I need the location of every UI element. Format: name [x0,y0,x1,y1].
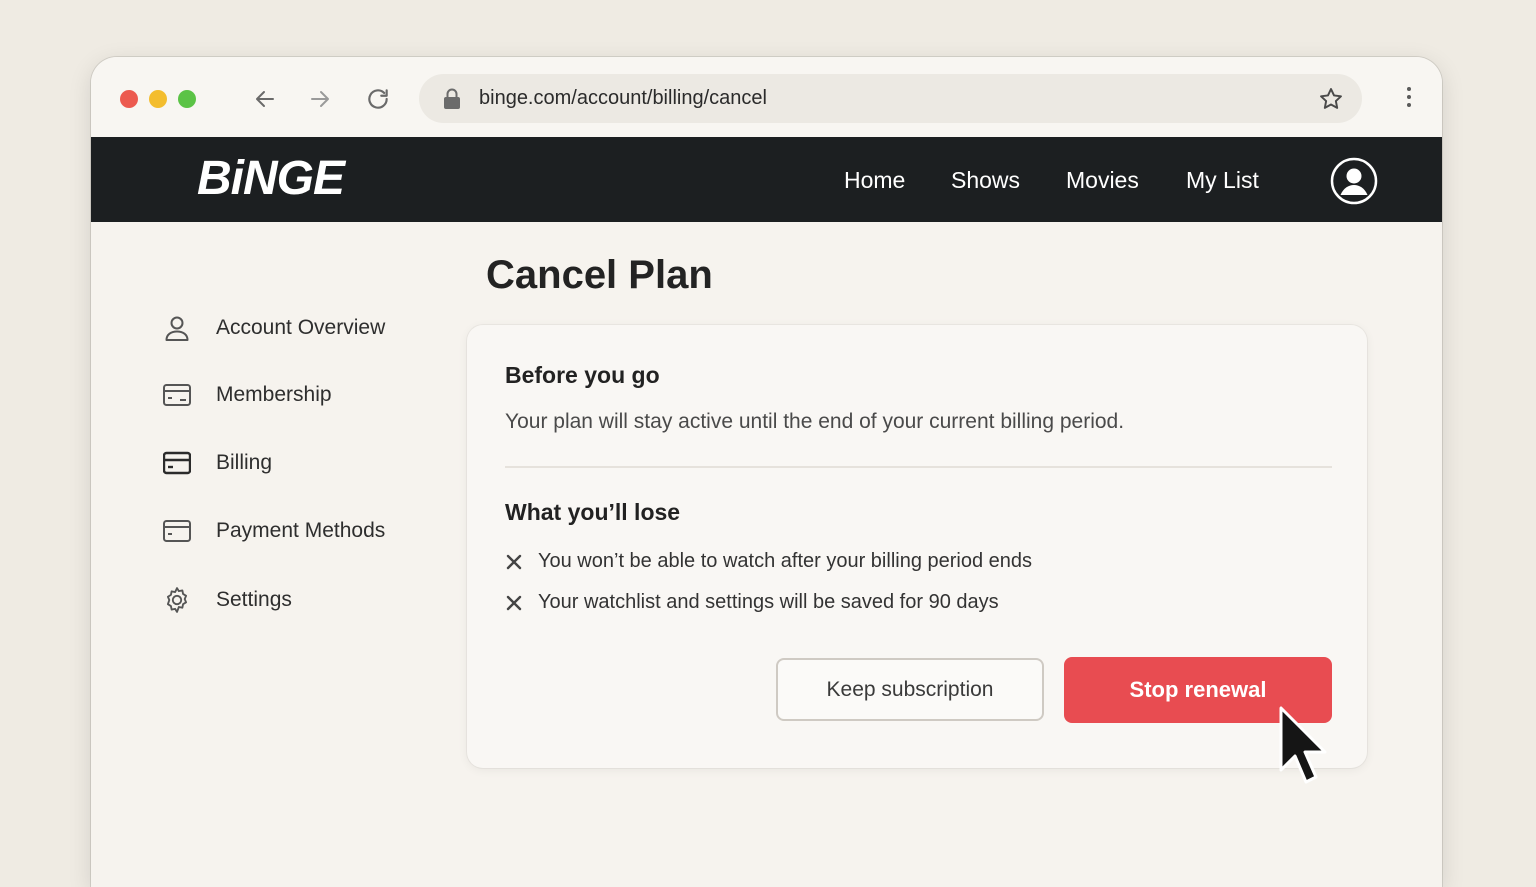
list-item: You won’t be able to watch after your bi… [505,550,1032,573]
browser-toolbar: binge.com/account/billing/cancel [91,57,1442,137]
x-mark-icon [505,594,523,612]
site-header: BiNGE Home Shows Movies My List [91,137,1442,222]
sidebar-item-settings[interactable]: Settings [163,583,292,617]
sidebar-item-label: Account Overview [216,316,386,339]
sidebar-item-membership[interactable]: Membership [163,378,332,412]
reload-icon[interactable] [364,85,392,113]
sidebar-item-label: Payment Methods [216,519,386,542]
profile-avatar-icon[interactable] [1330,157,1378,205]
sidebar-item-label: Billing [216,451,273,474]
what-you-lose-heading: What you’ll lose [505,499,681,525]
before-you-go-heading: Before you go [505,362,660,388]
divider [505,466,1332,468]
forward-arrow-icon[interactable] [306,85,334,113]
card-icon [163,449,191,477]
sidebar-item-label: Membership [216,383,332,406]
nav-shows[interactable]: Shows [951,167,1020,194]
nav-home[interactable]: Home [844,167,905,194]
address-bar[interactable]: binge.com/account/billing/cancel [419,74,1362,123]
card-icon [163,517,191,545]
user-icon [163,314,191,342]
back-arrow-icon[interactable] [251,85,279,113]
url-text: binge.com/account/billing/cancel [479,87,767,109]
bookmark-star-icon[interactable] [1318,86,1344,117]
maximize-window-button[interactable] [178,90,196,108]
mouse-pointer-icon [1277,706,1337,799]
sidebar-item-billing[interactable]: Billing [163,446,272,480]
cancel-plan-card: Before you go Your plan will stay active… [467,325,1367,768]
sidebar-item-account-overview[interactable]: Account Overview [163,311,385,345]
gear-icon [163,586,191,614]
minimize-window-button[interactable] [149,90,167,108]
nav-movies[interactable]: Movies [1066,167,1139,194]
binge-logo[interactable]: BiNGE [197,151,345,206]
close-window-button[interactable] [120,90,138,108]
lock-icon [443,88,461,115]
page-title: Cancel Plan [486,253,713,297]
x-mark-icon [505,553,523,571]
nav-my-list[interactable]: My List [1186,167,1259,194]
sidebar-item-payment-methods[interactable]: Payment Methods [163,514,385,548]
browser-menu-icon[interactable] [1404,83,1414,113]
billing-period-note: Your plan will stay active until the end… [505,410,1125,433]
sidebar-item-label: Settings [216,588,292,611]
list-item: Your watchlist and settings will be save… [505,591,999,614]
card-icon [163,381,191,409]
browser-window: binge.com/account/billing/cancel BiNGE H… [91,57,1442,887]
keep-subscription-button[interactable]: Keep subscription [776,658,1044,721]
